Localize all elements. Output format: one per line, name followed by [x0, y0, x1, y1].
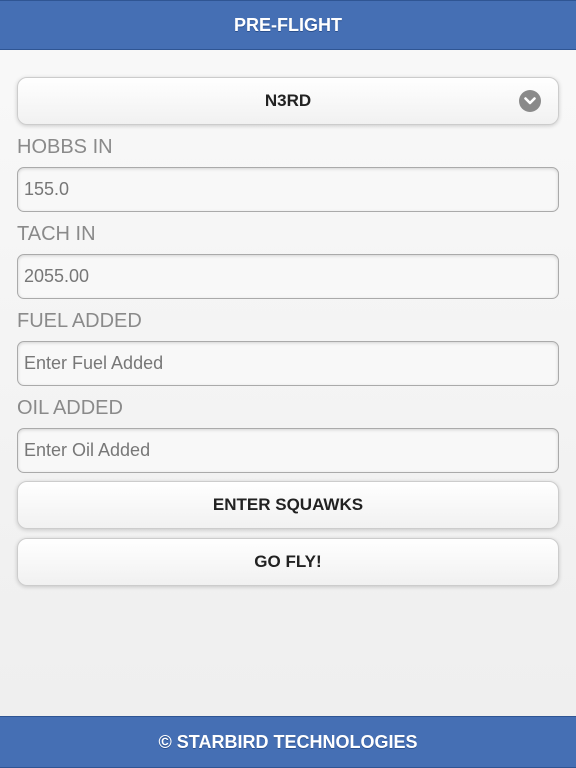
footer-bar: © STARBIRD TECHNOLOGIES — [0, 716, 576, 768]
hobbs-in-field[interactable]: 155.0 — [17, 167, 559, 212]
tach-in-value: 2055.00 — [24, 266, 90, 286]
tach-in-label: TACH IN — [17, 223, 96, 245]
fuel-added-label: FUEL ADDED — [17, 310, 142, 332]
go-fly-button[interactable]: GO FLY! — [17, 538, 559, 586]
tach-in-field[interactable]: 2055.00 — [17, 254, 559, 299]
aircraft-select[interactable]: N3RD — [17, 77, 559, 125]
oil-added-label: OIL ADDED — [17, 397, 123, 419]
chevron-down-icon — [519, 90, 541, 112]
pre-flight-page: PRE-FLIGHT N3RD HOBBS IN 155.0 TACH IN 2… — [0, 0, 576, 768]
oil-added-field[interactable]: Enter Oil Added — [17, 428, 559, 473]
go-fly-label: GO FLY! — [254, 552, 322, 571]
fuel-added-field[interactable]: Enter Fuel Added — [17, 341, 559, 386]
oil-added-placeholder: Enter Oil Added — [24, 440, 151, 460]
aircraft-select-value: N3RD — [264, 91, 312, 110]
hobbs-in-value: 155.0 — [24, 179, 70, 199]
copyright-text: © STARBIRD TECHNOLOGIES — [158, 731, 418, 752]
preflight-form: N3RD HOBBS IN 155.0 TACH IN 2055.00 FUEL… — [17, 77, 559, 586]
page-title: PRE-FLIGHT — [234, 14, 342, 35]
fuel-added-placeholder: Enter Fuel Added — [24, 353, 164, 373]
header-bar: PRE-FLIGHT — [0, 0, 576, 50]
hobbs-in-label: HOBBS IN — [17, 136, 113, 158]
enter-squawks-button[interactable]: ENTER SQUAWKS — [17, 481, 559, 529]
enter-squawks-label: ENTER SQUAWKS — [212, 495, 364, 514]
